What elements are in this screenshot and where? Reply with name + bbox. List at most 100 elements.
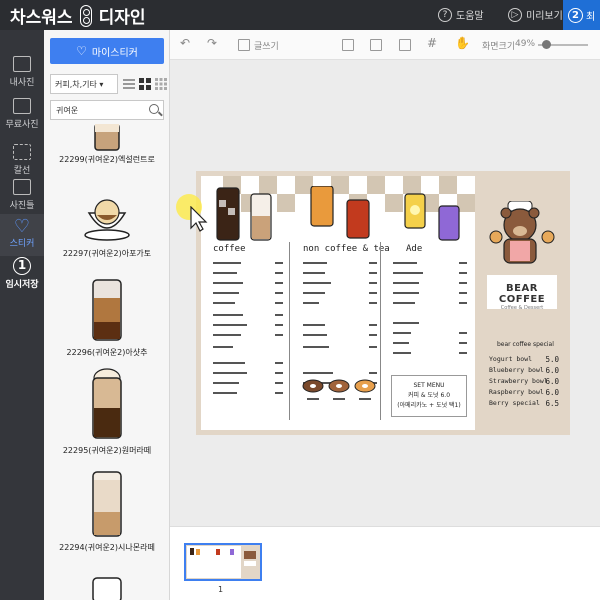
col-title-ade: Ade — [406, 244, 423, 254]
search-icon[interactable] — [149, 104, 159, 114]
set-menu-line2: (아메리카노 + 도넛 택1) — [397, 402, 461, 409]
layout-icon[interactable] — [370, 39, 382, 51]
sticker-label: 22297(귀여운2)아포가토 — [62, 249, 152, 258]
text-tool-label[interactable]: 글쓰기 — [254, 39, 279, 52]
grid-icon[interactable]: # — [427, 36, 437, 50]
sticker-item[interactable] — [44, 195, 170, 245]
size-icon[interactable] — [399, 39, 411, 51]
image-icon — [13, 98, 31, 114]
number-one-icon: 1 — [13, 257, 31, 275]
special-item-name: Strawberry bowl — [489, 377, 548, 385]
editor-toolbar: ↶ ↷ 글쓰기 # ✋ 화면크기 49% — [170, 30, 600, 60]
rail-photo-frame[interactable]: 사진틀 — [0, 173, 44, 215]
special-item-price: 6.5 — [545, 399, 559, 408]
undo-icon[interactable]: ↶ — [180, 36, 190, 50]
set-menu-line1: 커피 & 도넛 6.0 — [407, 392, 451, 399]
affogato-sticker-image — [84, 199, 130, 241]
donuts-illustration — [302, 379, 376, 400]
help-button[interactable]: ? 도움말 — [438, 7, 484, 22]
next-sticker-image — [92, 577, 122, 600]
rail-label: 내사진 — [9, 78, 35, 88]
capsule-icon — [79, 4, 92, 27]
special-item-price: 6.0 — [545, 366, 559, 375]
page-thumbnail-strip: 1 — [170, 526, 600, 600]
logo-right-text: 디자인 — [98, 8, 146, 28]
large-grid-icon[interactable] — [154, 77, 168, 91]
play-icon: ▷ — [508, 7, 522, 22]
heart-outline-icon: ♡ — [76, 44, 87, 58]
coffee-sticker-image — [94, 123, 120, 151]
page-thumbnail[interactable] — [184, 543, 262, 581]
list-view-icon[interactable] — [122, 77, 136, 91]
step-label: 최 — [586, 11, 596, 23]
sticker-item[interactable] — [44, 123, 170, 158]
col-title-coffee: coffee — [213, 244, 246, 254]
zoom-label: 화면크기 — [482, 42, 516, 52]
menu-design[interactable]: coffee non coffee & tea Ade SET MENU 커피 … — [196, 171, 570, 435]
zoom-slider-handle[interactable] — [542, 40, 551, 49]
set-menu-box: SET MENU 커피 & 도넛 6.0 (아메리카노 + 도넛 택1) — [391, 375, 467, 417]
next-step-button[interactable]: 2 최 — [563, 0, 600, 30]
sticker-label: 22295(귀여운2)원머라떼 — [62, 446, 152, 455]
special-item: Raspberry bowl 6.0 — [489, 388, 559, 397]
app-window: 차스워스 디자인 ? 도움말 ▷ 미리보기 2 최 내사진 무료사진 칼선 사진… — [0, 0, 600, 600]
text-tool-icon[interactable] — [238, 39, 250, 51]
iced-tea-shot-sticker-image — [92, 279, 122, 341]
sticker-item[interactable] — [44, 576, 170, 600]
rail-sticker[interactable]: ♡ 스티커 — [0, 214, 44, 256]
rail-temp-save[interactable]: 1 임시저장 — [0, 252, 44, 294]
special-item: Yogurt bowl 5.0 — [489, 355, 559, 364]
rail-label: 사진틀 — [9, 201, 35, 211]
col-title-non-coffee: non coffee & tea — [303, 244, 390, 254]
special-item-name: Raspberry bowl — [489, 388, 544, 396]
sticker-item[interactable] — [44, 368, 170, 444]
special-title: bear coffee special — [497, 341, 554, 348]
preview-button[interactable]: ▷ 미리보기 — [508, 7, 563, 22]
question-icon: ? — [438, 7, 452, 22]
sticker-label: 22296(귀여운2)아샷추 — [66, 348, 148, 357]
page-number: 1 — [218, 585, 224, 594]
redo-icon[interactable]: ↷ — [207, 36, 217, 50]
hand-icon[interactable]: ✋ — [455, 36, 470, 50]
special-item: Blueberry bowl 6.0 — [489, 366, 559, 375]
my-sticker-button[interactable]: ♡ 마이스티커 — [50, 38, 164, 64]
my-sticker-label: 마이스티커 — [91, 47, 138, 59]
special-item-name: Blueberry bowl — [489, 366, 544, 374]
frame-icon — [13, 179, 31, 195]
design-canvas-area: coffee non coffee & tea Ade SET MENU 커피 … — [170, 60, 600, 526]
special-item-price: 6.0 — [545, 388, 559, 397]
cursor-arrow-icon — [190, 206, 208, 232]
rail-label: 스티커 — [9, 239, 35, 249]
cinnamon-latte-sticker-image — [92, 471, 122, 537]
category-select[interactable]: 커피,차,기타 ▾ — [50, 74, 118, 94]
sticker-item[interactable] — [44, 470, 170, 544]
logo-title: BEAR COFFEE — [498, 283, 546, 305]
sticker-panel: ♡ 마이스티커 커피,차,기타 ▾ 귀여운 22299(귀여운2)엑설런트로 2… — [44, 30, 170, 600]
help-label: 도움말 — [456, 11, 484, 22]
rail-free-photos[interactable]: 무료사진 — [0, 92, 44, 134]
special-item-price: 5.0 — [545, 355, 559, 364]
step-number: 2 — [568, 7, 583, 23]
zoom-value: 49% — [515, 39, 536, 49]
grid-view-icon[interactable] — [138, 77, 152, 91]
latte-sticker-image — [92, 368, 122, 439]
sticker-item[interactable] — [44, 278, 170, 346]
special-item-name: Yogurt bowl — [489, 355, 533, 363]
app-logo[interactable]: 차스워스 디자인 — [10, 3, 145, 28]
logo-subtitle: Coffee & Dessert — [500, 305, 544, 311]
heart-icon: ♡ — [13, 216, 31, 237]
left-rail: 내사진 무료사진 칼선 사진틀 ♡ 스티커 1 임시저장 — [0, 30, 44, 600]
drinks-illustration — [216, 186, 460, 241]
cut-line-icon — [13, 144, 31, 160]
page-icon[interactable] — [342, 39, 354, 51]
search-value: 귀여운 — [56, 106, 79, 115]
menu-card: coffee non coffee & tea Ade SET MENU 커피 … — [201, 176, 475, 430]
sticker-label: 22299(귀여운2)엑설런트로 — [59, 155, 155, 164]
preview-label: 미리보기 — [526, 11, 563, 22]
special-item: Berry special 6.5 — [489, 399, 559, 408]
sticker-search-input[interactable]: 귀여운 — [50, 100, 164, 120]
bear-barista-illustration — [489, 201, 555, 264]
rail-my-photos[interactable]: 내사진 — [0, 50, 44, 92]
bear-coffee-logo: BEAR COFFEE Coffee & Dessert — [487, 275, 557, 311]
special-item: Strawberry bowl 6.0 — [489, 377, 559, 386]
